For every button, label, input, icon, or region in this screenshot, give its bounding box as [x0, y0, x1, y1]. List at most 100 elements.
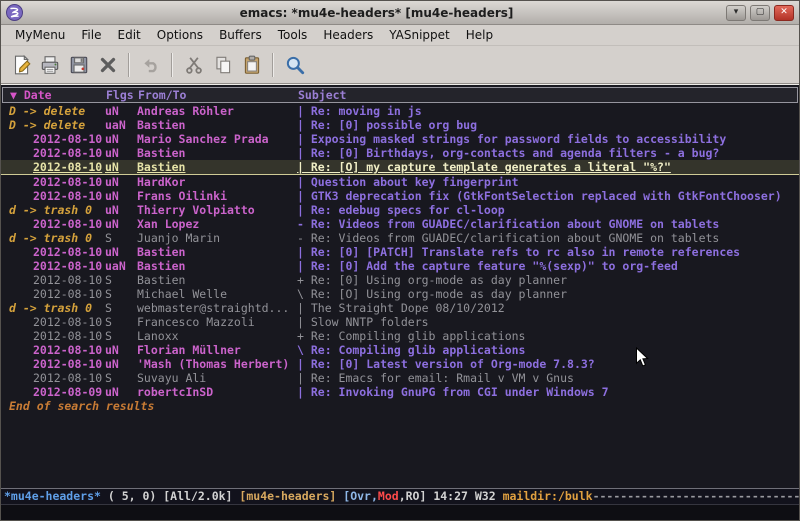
message-row[interactable]: d -> trash 0Swebmaster@straightd...| The…	[1, 301, 799, 315]
col-date: 2012-08-10	[9, 357, 105, 371]
column-header-from[interactable]: From/To	[138, 88, 298, 102]
col-from: Lanoxx	[137, 329, 297, 343]
col-from: Mario Sanchez Prada	[137, 132, 297, 146]
col-flags: uN	[105, 357, 137, 371]
menu-item-options[interactable]: Options	[149, 26, 211, 44]
message-row[interactable]: 2012-08-10uNBastien| Re: [0] Birthdays, …	[1, 146, 799, 160]
undo-button[interactable]	[136, 50, 165, 79]
save-icon	[68, 54, 90, 76]
cut-button[interactable]	[179, 50, 208, 79]
col-from: Xan Lopez	[137, 217, 297, 231]
message-row[interactable]: D -> deleteuaNBastien| Re: [0] possible …	[1, 118, 799, 132]
col-subject: | Re: [0] Latest version of Org-mode 7.8…	[297, 357, 799, 371]
message-row[interactable]: 2012-08-10uNBastien| Re: [O] my capture …	[1, 160, 799, 175]
col-flags: uN	[105, 245, 137, 259]
message-row[interactable]: D -> deleteuNAndreas Röhler| Re: moving …	[1, 104, 799, 118]
emacs-icon	[6, 4, 23, 21]
message-row[interactable]: 2012-08-09uNrobertcInSD| Re: Invoking Gn…	[1, 385, 799, 399]
col-flags: uN	[105, 104, 137, 118]
paste-button[interactable]	[237, 50, 266, 79]
col-flags: uaN	[105, 259, 137, 273]
message-row[interactable]: 2012-08-10SSuvayu Ali| Re: Emacs for ema…	[1, 371, 799, 385]
message-row[interactable]: d -> trash 0uNThierry Volpiatto| Re: ede…	[1, 203, 799, 217]
print-button[interactable]	[35, 50, 64, 79]
menu-item-yasnippet[interactable]: YASnippet	[381, 26, 458, 44]
message-row[interactable]: 2012-08-10SBastien+ Re: [0] Using org-mo…	[1, 273, 799, 287]
col-from: Bastien	[137, 273, 297, 287]
maximize-button[interactable]: ▢	[750, 5, 770, 21]
col-subject: - Re: Videos from GUADEC/clarification a…	[297, 231, 799, 245]
col-from: Bastien	[137, 259, 297, 273]
modeline-flag-mod: Mod	[378, 489, 399, 504]
minimize-button[interactable]: ▾	[726, 5, 746, 21]
new-file-button[interactable]	[6, 50, 35, 79]
col-from: robertcInSD	[137, 385, 297, 399]
message-row[interactable]: 2012-08-10uaNBastien| Re: [0] Add the ca…	[1, 259, 799, 273]
modeline-buffer-name: *mu4e-headers*	[4, 489, 101, 504]
col-date: D -> delete	[9, 104, 105, 118]
menu-item-tools[interactable]: Tools	[270, 26, 316, 44]
close-buffer-button[interactable]	[93, 50, 122, 79]
col-date: 2012-08-10	[9, 259, 105, 273]
search-icon	[284, 54, 306, 76]
copy-icon	[212, 54, 234, 76]
emacs-window: emacs: *mu4e-headers* [mu4e-headers] ▾ ▢…	[0, 0, 800, 521]
col-flags: S	[105, 315, 137, 329]
col-flags: S	[105, 287, 137, 301]
column-header-flags[interactable]: Flgs	[106, 88, 138, 102]
col-date: 2012-08-10	[9, 189, 105, 203]
column-header-date[interactable]: ▼ Date	[10, 88, 106, 102]
col-flags: uN	[105, 203, 137, 217]
col-from: Thierry Volpiatto	[137, 203, 297, 217]
col-subject: | Re: [0] Add the capture feature "%(sex…	[297, 259, 799, 273]
toolbar-separator	[171, 53, 173, 77]
search-button[interactable]	[280, 50, 309, 79]
menu-item-buffers[interactable]: Buffers	[211, 26, 270, 44]
col-flags: S	[105, 301, 137, 315]
modeline-dashes: ----------------------------------------…	[593, 489, 799, 504]
message-row[interactable]: 2012-08-10uNMario Sanchez Prada| Exposin…	[1, 132, 799, 146]
col-from: Florian Müllner	[137, 343, 297, 357]
message-row[interactable]: 2012-08-10SMichael Welle\ Re: [O] Using …	[1, 287, 799, 301]
toolbar	[1, 46, 799, 84]
col-from: Frans Oilinki	[137, 189, 297, 203]
col-subject: | Re: moving in js	[297, 104, 799, 118]
column-header-subject[interactable]: Subject	[298, 88, 797, 102]
col-subject: | GTK3 deprecation fix (GtkFontSelection…	[297, 189, 799, 203]
message-row[interactable]: d -> trash 0SJuanjo Marin- Re: Videos fr…	[1, 231, 799, 245]
message-row[interactable]: 2012-08-10uNFlorian Müllner\ Re: Compili…	[1, 343, 799, 357]
col-date: 2012-08-10	[9, 273, 105, 287]
modeline-flag-ro: ,RO]	[399, 489, 427, 504]
message-row[interactable]: 2012-08-10SLanoxx+ Re: Compiling glib ap…	[1, 329, 799, 343]
col-subject: + Re: Compiling glib applications	[297, 329, 799, 343]
titlebar[interactable]: emacs: *mu4e-headers* [mu4e-headers] ▾ ▢…	[1, 1, 799, 25]
menu-item-mymenu[interactable]: MyMenu	[7, 26, 73, 44]
menu-item-help[interactable]: Help	[458, 26, 501, 44]
copy-button[interactable]	[208, 50, 237, 79]
message-row[interactable]: 2012-08-10uN'Mash (Thomas Herbert)| Re: …	[1, 357, 799, 371]
message-row[interactable]: 2012-08-10SFrancesco Mazzoli| Slow NNTP …	[1, 315, 799, 329]
window-buttons: ▾ ▢ ✕	[726, 5, 794, 21]
message-row[interactable]: 2012-08-10uNBastien| Re: [0] [PATCH] Tra…	[1, 245, 799, 259]
message-row[interactable]: 2012-08-10uNFrans Oilinki| GTK3 deprecat…	[1, 189, 799, 203]
message-row[interactable]: 2012-08-10uNXan Lopez- Re: Videos from G…	[1, 217, 799, 231]
save-button[interactable]	[64, 50, 93, 79]
undo-icon	[140, 54, 162, 76]
col-subject: \ Re: [O] Using org-mode as day planner	[297, 287, 799, 301]
paste-icon	[241, 54, 263, 76]
col-from: Bastien	[137, 146, 297, 160]
col-from: Bastien	[137, 245, 297, 259]
message-row[interactable]: 2012-08-10uNHardKor| Question about key …	[1, 175, 799, 189]
menu-item-edit[interactable]: Edit	[110, 26, 149, 44]
menu-item-file[interactable]: File	[73, 26, 109, 44]
col-date: 2012-08-10	[9, 160, 105, 174]
col-date: d -> trash 0	[9, 203, 105, 217]
col-date: 2012-08-10	[9, 146, 105, 160]
col-flags: uN	[105, 146, 137, 160]
mode-line[interactable]: *mu4e-headers* ( 5, 0) [All/2.0k] [mu4e-…	[1, 488, 799, 505]
col-flags: S	[105, 231, 137, 245]
col-subject: | Exposing masked strings for password f…	[297, 132, 799, 146]
minibuffer[interactable]	[1, 505, 799, 520]
close-button[interactable]: ✕	[774, 5, 794, 21]
menu-item-headers[interactable]: Headers	[315, 26, 381, 44]
